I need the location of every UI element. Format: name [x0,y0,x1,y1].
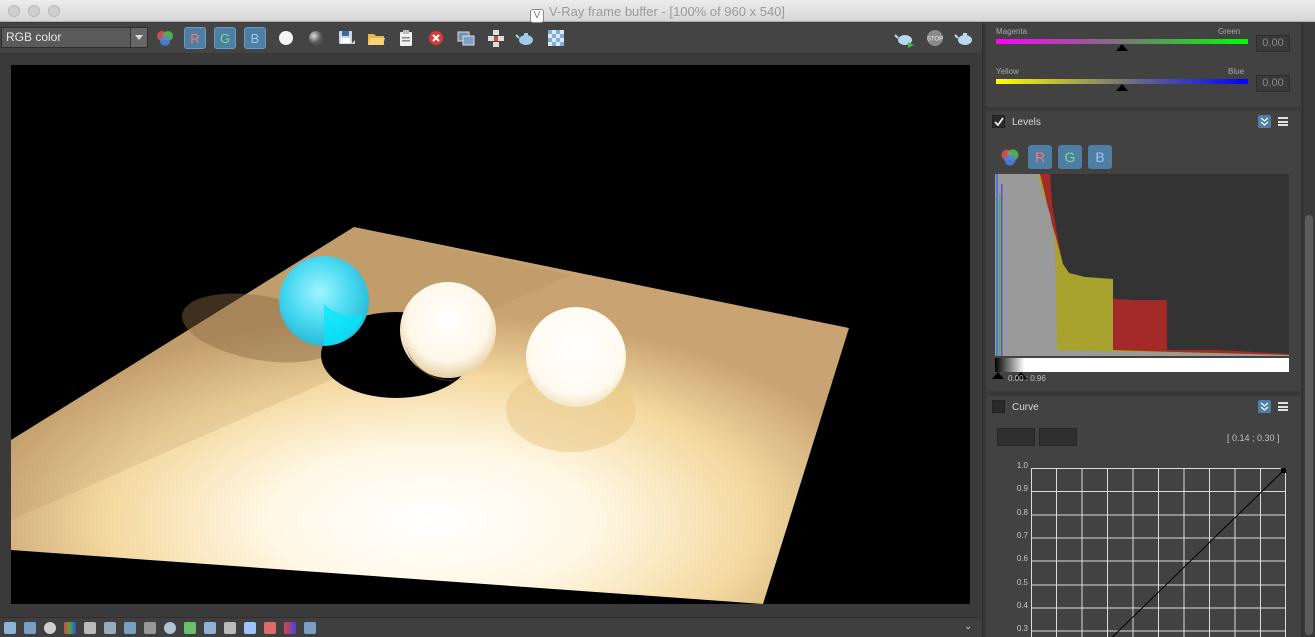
blue-channel-button[interactable]: B [244,27,266,49]
teapot-render-icon[interactable] [515,27,537,49]
magenta-green-handle[interactable] [1116,44,1128,51]
curve-save-button[interactable] [1039,428,1077,446]
curve-y-tick: 0.9 [1016,484,1028,493]
clipboard-icon[interactable] [395,27,417,49]
wheel-icon[interactable] [164,622,176,634]
title-bar: V V-Ray frame buffer - [100% of 960 x 540… [0,0,1315,23]
stop-icon[interactable]: STOP [924,27,946,49]
stop-label: STOP [927,37,943,43]
curve-menu-icon[interactable] [1278,402,1288,411]
compare-split-icon[interactable] [264,622,276,634]
color-corrections-panel: Magenta Green 0.00 Yellow Blue 0.00 Leve… [982,23,1302,637]
magenta-green-value[interactable]: 0.00 [1256,35,1290,52]
panel-scrollbar[interactable] [1302,23,1315,637]
channel-select[interactable]: RGB color [1,27,148,48]
yellow-label: Yellow [996,67,1019,76]
grey-sphere-icon[interactable] [305,27,327,49]
region-icon[interactable] [485,27,507,49]
curve-y-tick: 0.4 [1016,601,1028,610]
settings-icon[interactable] [304,622,316,634]
curve-y-tick: 0.8 [1016,508,1028,517]
levels-range-label: 0.00 : 0.96 [1008,374,1046,383]
blue-label: Blue [1228,67,1245,76]
render-teapot-icon[interactable] [894,27,916,49]
history-icon[interactable] [24,622,36,634]
chevron-down-icon[interactable] [130,28,147,47]
exposure-icon[interactable] [224,622,236,634]
white-sphere-icon[interactable] [275,27,297,49]
curve-coords: [ 0.14 ; 0.30 ] [1227,433,1280,443]
vray-logo-icon: V [529,9,544,23]
panel-scrollbar-thumb[interactable] [1305,215,1313,635]
curve-load-button[interactable] [997,428,1035,446]
main-toolbar: RGB color R G B STOP [0,23,982,53]
magenta-label: Magenta [996,27,1028,36]
vray-frame-buffer-window: V V-Ray frame buffer - [100% of 960 x 540… [0,0,1315,637]
histogram [995,174,1289,356]
curve-collapse-icon[interactable] [1258,400,1271,413]
curve-y-tick: 1.0 [1016,461,1028,470]
levels-rgb-icon[interactable] [998,145,1022,169]
curve-icon[interactable] [204,622,216,634]
levels-green-button[interactable]: G [1058,145,1082,169]
yellow-blue-handle[interactable] [1116,84,1128,91]
expand-down-icon[interactable]: ⌄ [964,622,976,634]
hue-icon[interactable] [244,622,256,634]
curve-y-tick: 0.5 [1016,578,1028,587]
image-icon[interactable] [184,622,196,634]
curve-checkbox[interactable] [992,400,1005,413]
curve-y-tick: 0.6 [1016,554,1028,563]
green-label: Green [1218,27,1241,36]
open-folder-icon[interactable] [365,27,387,49]
curve-y-tick: 0.3 [1016,624,1028,633]
display-icon[interactable] [4,622,16,634]
render-viewport[interactable] [0,53,982,616]
channel-mix-icon[interactable] [284,622,296,634]
stripes-icon[interactable] [144,622,156,634]
rendered-image[interactable] [11,65,970,604]
levels-red-button[interactable]: R [1028,145,1052,169]
levels-collapse-icon[interactable] [1258,115,1271,128]
color-balance-section: Magenta Green 0.00 Yellow Blue 0.00 [986,23,1301,107]
curve-section: Curve [ 0.14 ; 0.30 ] 1.0 0.9 0.8 0.7 0.… [986,396,1301,637]
window-title: V V-Ray frame buffer - [100% of 960 x 540… [0,4,1315,23]
clear-icon[interactable] [425,27,447,49]
hsl-icon[interactable] [84,622,96,634]
checker-icon[interactable] [545,27,567,49]
red-channel-button[interactable]: R [184,27,206,49]
color-correction-icon[interactable] [64,622,76,634]
info-icon[interactable] [44,622,56,634]
rgb-channels-icon[interactable] [154,27,176,49]
levels-section: Levels R G B 0.00: 0.96 [986,111,1301,391]
levels-checkbox[interactable] [992,115,1005,128]
yellow-blue-value[interactable]: 0.00 [1256,75,1290,92]
levels-icon[interactable] [104,622,116,634]
levels-blue-button[interactable]: B [1088,145,1112,169]
levels-black-point-handle[interactable] [992,372,1004,379]
green-channel-button[interactable]: G [214,27,236,49]
curve-title: Curve [1012,402,1039,413]
levels-range-bar[interactable] [995,358,1289,372]
levels-menu-icon[interactable] [1278,117,1288,126]
window-title-text: V-Ray frame buffer - [100% of 960 x 540] [548,4,786,19]
bottom-toolbar: ⌄ [0,617,982,637]
curve-graph[interactable] [1031,467,1287,637]
channel-select-value: RGB color [6,30,62,44]
lut-icon[interactable] [124,622,136,634]
curve-y-tick: 0.7 [1016,531,1028,540]
interactive-teapot-icon[interactable] [954,27,976,49]
save-icon[interactable] [335,27,357,49]
levels-title: Levels [1012,117,1041,128]
compare-icon[interactable] [455,27,477,49]
